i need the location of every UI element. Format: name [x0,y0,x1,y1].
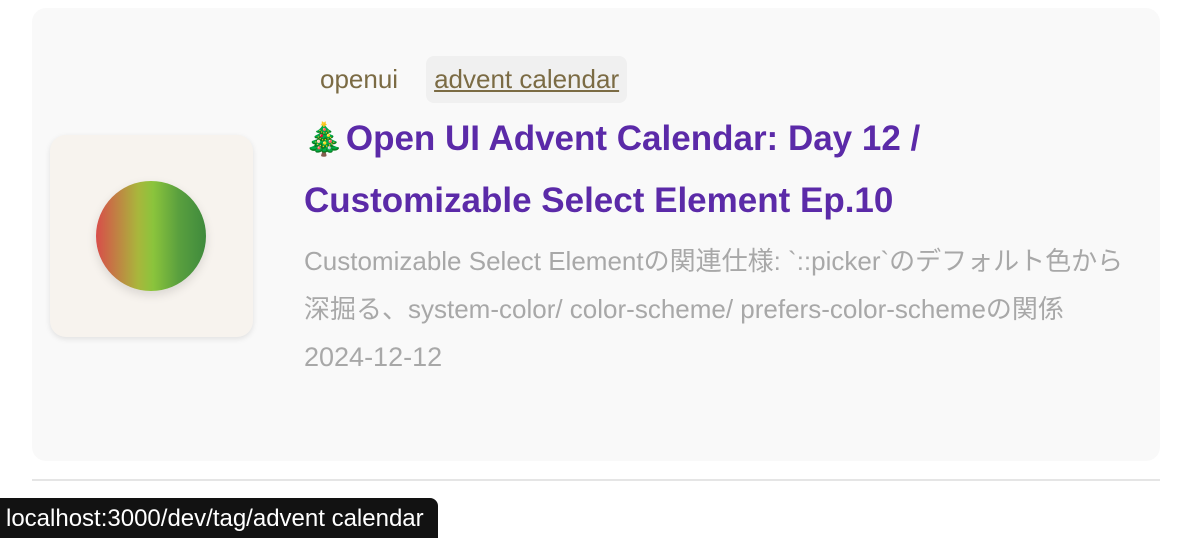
article-content: openui advent calendar 🎄Open UI Advent C… [304,54,1144,381]
article-title-link[interactable]: 🎄Open UI Advent Calendar: Day 12 / Custo… [304,108,1144,232]
article-date: 2024-12-12 [304,342,443,372]
tag-list: openui advent calendar [312,54,1144,104]
tag-advent-calendar[interactable]: advent calendar [426,55,628,103]
christmas-tree-icon: 🎄 [304,121,344,157]
article-card: openui advent calendar 🎄Open UI Advent C… [32,8,1160,461]
article-thumbnail[interactable] [50,135,253,337]
article-title-text: Open UI Advent Calendar: Day 12 / Custom… [304,119,921,220]
status-bar-url: localhost:3000/dev/tag/advent calendar [0,498,438,538]
gradient-circle-icon [96,181,206,291]
article-description: Customizable Select Elementの関連仕様: `::pic… [304,246,1124,324]
tag-openui[interactable]: openui [312,56,406,103]
list-divider [32,479,1160,481]
